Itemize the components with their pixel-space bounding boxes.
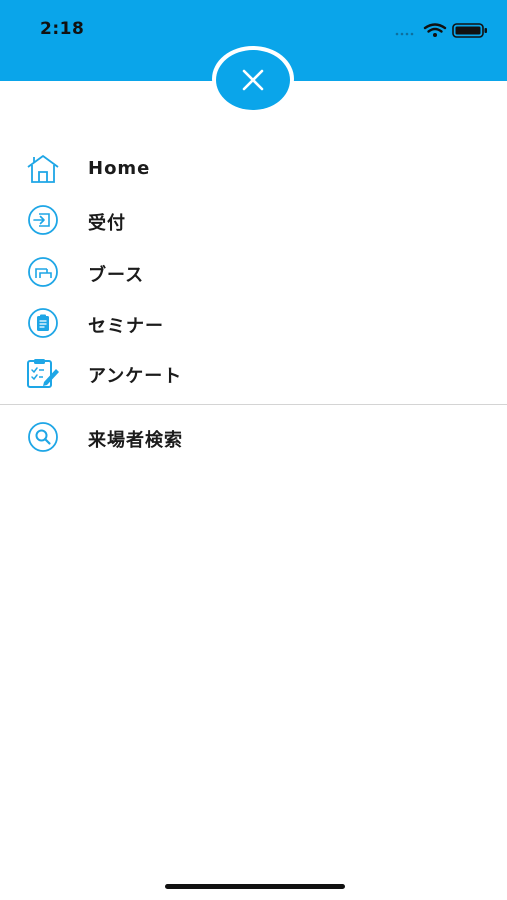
- battery-icon: [452, 23, 487, 38]
- menu-item-home[interactable]: Home: [0, 143, 507, 193]
- search-icon: [24, 422, 62, 452]
- home-indicator[interactable]: [165, 884, 345, 889]
- menu-item-survey[interactable]: アンケート: [0, 347, 507, 397]
- close-menu-button[interactable]: [216, 50, 290, 110]
- menu-item-label: セミナー: [88, 316, 164, 337]
- menu-item-label: Home: [88, 158, 151, 179]
- menu-item-booth[interactable]: ブース: [0, 246, 507, 296]
- menu-divider: [0, 404, 507, 405]
- close-icon: [242, 69, 264, 91]
- survey-icon: [24, 358, 62, 388]
- signal-icon: [395, 32, 414, 36]
- menu-item-label: 来場者検索: [88, 430, 183, 451]
- status-time: 2:18: [40, 19, 85, 39]
- home-icon: [24, 154, 62, 184]
- seminar-icon: [24, 308, 62, 338]
- menu-item-visitor-search[interactable]: 来場者検索: [0, 411, 507, 461]
- wifi-icon: [423, 23, 447, 37]
- reception-icon: [24, 205, 62, 235]
- status-icons: [393, 22, 491, 38]
- menu-item-seminar[interactable]: セミナー: [0, 297, 507, 347]
- menu-item-label: アンケート: [88, 366, 183, 387]
- menu-item-label: ブース: [88, 265, 145, 286]
- booth-icon: [24, 257, 62, 287]
- menu-item-reception[interactable]: 受付: [0, 194, 507, 244]
- menu-item-label: 受付: [88, 213, 126, 234]
